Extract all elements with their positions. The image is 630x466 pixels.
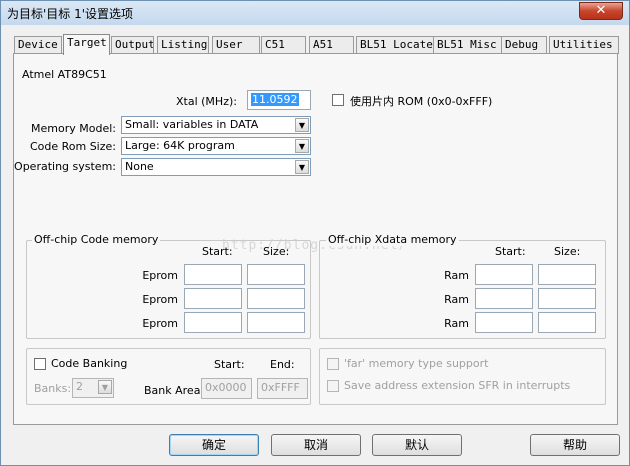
bank-end-header: End: — [270, 358, 295, 371]
onchip-rom-label: 使用片内 ROM (0x0-0xFFF) — [350, 95, 493, 108]
onchip-rom-checkbox[interactable] — [332, 94, 344, 106]
title-bar: 为目标'目标 1'设置选项 ✕ — [1, 1, 629, 25]
xdata-memory-title: Off-chip Xdata memory — [326, 233, 459, 246]
bank-area-label: Bank Area: — [144, 384, 205, 397]
help-button[interactable]: 帮助 — [530, 434, 620, 456]
code-banking-label: Code Banking — [51, 357, 128, 370]
eprom-size-input[interactable] — [247, 288, 305, 309]
banks-select[interactable]: 2 ▼ — [72, 378, 114, 398]
eprom-start-input[interactable] — [184, 288, 242, 309]
eprom-start-input[interactable] — [184, 264, 242, 285]
tab-bl51-misc[interactable]: BL51 Misc — [433, 36, 505, 54]
ok-button[interactable]: 确定 — [169, 434, 259, 456]
tab-utilities[interactable]: Utilities — [549, 36, 619, 54]
ram-label: Ram — [444, 269, 469, 282]
code-rom-size-select[interactable]: Large: 64K program ▼ — [121, 137, 311, 155]
operating-system-label: Operating system: — [14, 160, 116, 173]
ram-start-input[interactable] — [475, 312, 533, 333]
code-rom-size-label: Code Rom Size: — [29, 140, 116, 153]
cancel-button[interactable]: 取消 — [271, 434, 361, 456]
tab-user[interactable]: User — [212, 36, 260, 54]
chevron-down-icon[interactable]: ▼ — [98, 380, 112, 394]
code-memory-title: Off-chip Code memory — [32, 233, 161, 246]
chevron-down-icon[interactable]: ▼ — [295, 118, 309, 132]
code-rom-size-value: Large: 64K program — [125, 139, 235, 152]
memory-model-label: Memory Model: — [31, 122, 116, 135]
chevron-down-icon[interactable]: ▼ — [295, 139, 309, 153]
eprom-size-input[interactable] — [247, 264, 305, 285]
window-title: 为目标'目标 1'设置选项 — [7, 7, 134, 21]
far-memory-label: 'far' memory type support — [344, 357, 489, 370]
ram-label: Ram — [444, 293, 469, 306]
bank-area-end-input[interactable]: 0xFFFF — [257, 378, 308, 399]
xdata-size-header: Size: — [554, 245, 581, 258]
device-name: Atmel AT89C51 — [22, 68, 107, 81]
close-icon: ✕ — [595, 3, 607, 18]
eprom-size-input[interactable] — [247, 312, 305, 333]
save-sfr-label: Save address extension SFR in interrupts — [344, 379, 571, 392]
xtal-value: 11.0592 — [251, 93, 299, 106]
tab-debug[interactable]: Debug — [501, 36, 547, 54]
tab-output[interactable]: Output — [111, 36, 154, 54]
tab-target[interactable]: Target — [63, 34, 110, 55]
eprom-start-input[interactable] — [184, 312, 242, 333]
banks-value: 2 — [76, 380, 83, 393]
banks-label: Banks: — [34, 382, 72, 395]
defaults-button[interactable]: 默认 — [372, 434, 462, 456]
bank-area-start-input[interactable]: 0x0000 — [201, 378, 252, 399]
code-banking-checkbox[interactable] — [34, 358, 46, 370]
operating-system-value: None — [125, 160, 154, 173]
ram-start-input[interactable] — [475, 288, 533, 309]
tab-a51[interactable]: A51 — [309, 36, 354, 54]
code-start-header: Start: — [202, 245, 233, 258]
far-memory-checkbox[interactable] — [327, 358, 339, 370]
target-tab-page: Atmel AT89C51 Xtal (MHz): 11.0592 使用片内 R… — [13, 53, 618, 425]
tab-device[interactable]: Device — [14, 36, 62, 54]
options-dialog: 为目标'目标 1'设置选项 ✕ Device Target Output Lis… — [0, 0, 630, 466]
eprom-label: Eprom — [142, 269, 178, 282]
eprom-label: Eprom — [142, 317, 178, 330]
close-button[interactable]: ✕ — [579, 2, 623, 20]
xdata-start-header: Start: — [495, 245, 526, 258]
tab-bl51-locate[interactable]: BL51 Locate — [356, 36, 436, 54]
tab-c51[interactable]: C51 — [261, 36, 306, 54]
xtal-input[interactable]: 11.0592 — [247, 90, 311, 110]
bank-start-header: Start: — [214, 358, 245, 371]
code-size-header: Size: — [263, 245, 290, 258]
save-sfr-checkbox[interactable] — [327, 380, 339, 392]
ram-size-input[interactable] — [538, 312, 596, 333]
ram-size-input[interactable] — [538, 288, 596, 309]
eprom-label: Eprom — [142, 293, 178, 306]
xtal-label: Xtal (MHz): — [176, 95, 237, 108]
ram-start-input[interactable] — [475, 264, 533, 285]
ram-label: Ram — [444, 317, 469, 330]
memory-model-select[interactable]: Small: variables in DATA ▼ — [121, 116, 311, 134]
ram-size-input[interactable] — [538, 264, 596, 285]
chevron-down-icon[interactable]: ▼ — [295, 160, 309, 174]
tab-listing[interactable]: Listing — [157, 36, 209, 54]
operating-system-select[interactable]: None ▼ — [121, 158, 311, 176]
memory-model-value: Small: variables in DATA — [125, 118, 259, 131]
